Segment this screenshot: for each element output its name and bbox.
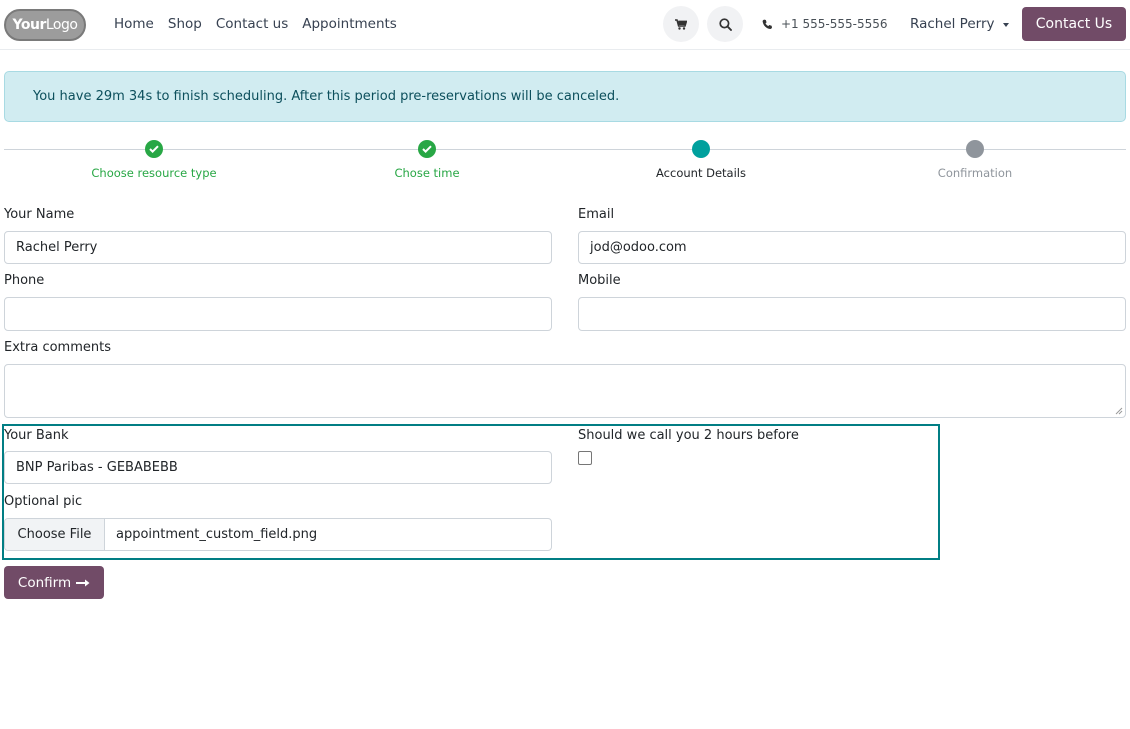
step-choose-resource-type: Choose resource type	[54, 140, 254, 180]
step-label: Confirmation	[937, 166, 1013, 180]
timer-alert-text: You have 29m 34s to finish scheduling. A…	[33, 89, 620, 104]
step-label: Account Details	[656, 166, 746, 180]
name-label: Your Name	[4, 207, 75, 222]
nav-contact-us[interactable]: Contact us	[216, 16, 288, 32]
contact-us-button[interactable]: Contact Us	[1022, 7, 1126, 41]
check-icon	[149, 145, 159, 153]
step-current-icon	[692, 140, 710, 158]
phone-link[interactable]: +1 555-555-5556	[762, 17, 888, 31]
nav-appointments[interactable]: Appointments	[302, 16, 397, 32]
search-icon	[718, 17, 732, 31]
caret-down-icon	[1002, 23, 1009, 27]
step-confirmation: Confirmation	[875, 140, 1075, 180]
comments-textarea[interactable]	[4, 364, 1126, 418]
step-account-details: Account Details	[601, 140, 801, 180]
main-nav: Home Shop Contact us Appointments	[114, 16, 397, 32]
confirm-label: Confirm	[17, 574, 72, 591]
cart-button[interactable]	[663, 6, 699, 42]
logo-bold-text: Your	[12, 17, 47, 33]
pic-label: Optional pic	[4, 494, 83, 509]
name-input[interactable]: Rachel Perry	[4, 231, 552, 264]
choose-file-button[interactable]: Choose File	[5, 519, 105, 550]
top-navbar: Your Logo Home Shop Contact us Appointmen…	[0, 0, 1130, 50]
timer-alert: You have 29m 34s to finish scheduling. A…	[4, 71, 1126, 122]
phone-icon	[762, 19, 772, 29]
comments-label: Extra comments	[4, 340, 111, 355]
phone-input[interactable]	[4, 297, 552, 331]
mobile-input[interactable]	[578, 297, 1126, 331]
user-name: Rachel Perry	[910, 16, 995, 32]
mobile-label: Mobile	[578, 273, 621, 288]
arrow-right-icon	[76, 579, 90, 586]
logo-light-text: Logo	[45, 17, 78, 33]
call-before-label: Should we call you 2 hours before	[578, 428, 799, 443]
email-input[interactable]: jod@odoo.com	[578, 231, 1126, 264]
email-label: Email	[578, 207, 615, 222]
check-icon	[422, 145, 432, 153]
nav-home[interactable]: Home	[114, 16, 154, 32]
logo[interactable]: Your Logo	[4, 9, 86, 41]
bank-input[interactable]: BNP Paribas - GEBABEBB	[4, 451, 552, 484]
user-menu-dropdown[interactable]: Rachel Perry	[910, 16, 1009, 32]
step-done-icon	[145, 140, 163, 158]
confirm-button[interactable]: Confirm	[4, 566, 104, 599]
bank-label: Your Bank	[4, 428, 69, 443]
cart-icon	[675, 18, 687, 30]
call-before-checkbox[interactable]	[578, 451, 592, 465]
step-label: Choose resource type	[91, 166, 217, 180]
step-todo-icon	[966, 140, 984, 158]
nav-shop[interactable]: Shop	[168, 16, 202, 32]
step-label: Chose time	[394, 166, 460, 180]
step-done-icon	[418, 140, 436, 158]
resize-grip-icon[interactable]	[1115, 407, 1123, 415]
file-name: appointment_custom_field.png	[116, 527, 318, 542]
phone-label: Phone	[4, 273, 45, 288]
pic-file-input[interactable]: Choose File appointment_custom_field.png	[4, 518, 552, 551]
search-button[interactable]	[707, 6, 743, 42]
phone-number: +1 555-555-5556	[781, 17, 888, 31]
step-chose-time: Chose time	[327, 140, 527, 180]
